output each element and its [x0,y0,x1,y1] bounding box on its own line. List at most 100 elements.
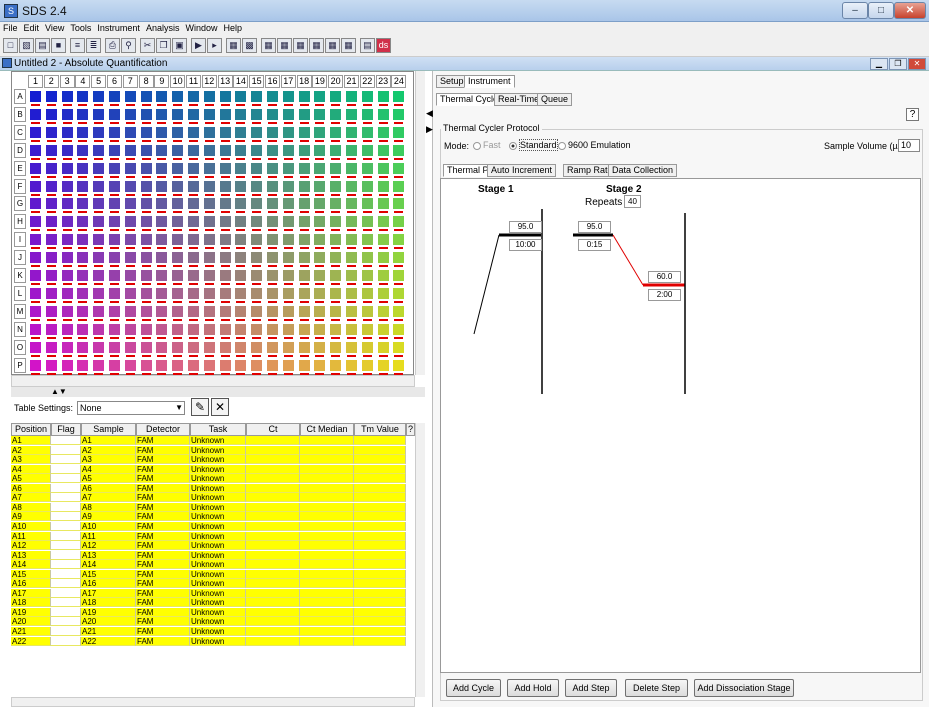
plate-well[interactable] [235,234,247,246]
plate-well[interactable] [235,180,247,192]
view3-icon[interactable]: ▦ [293,38,308,53]
plate-well[interactable] [61,144,73,156]
table-cell[interactable] [246,579,300,589]
plate-well[interactable] [109,270,120,281]
table-cell[interactable] [246,569,300,579]
plate-well[interactable] [61,108,73,120]
plate-well[interactable] [251,126,263,138]
plate-well[interactable] [61,341,73,353]
plate-well[interactable] [172,287,184,299]
plate-well[interactable] [140,216,152,228]
plate-well[interactable] [235,287,247,299]
table-cell[interactable]: A13 [81,550,136,560]
table-cell[interactable] [51,512,81,522]
plate-well[interactable] [124,359,136,371]
plate-well[interactable] [77,216,89,228]
plate-well[interactable] [361,323,373,335]
plate-well[interactable] [235,359,247,371]
export-icon[interactable]: ≣ [86,38,101,53]
plate-well[interactable] [93,287,105,299]
plate-well[interactable] [235,305,247,317]
plate-well[interactable] [346,341,357,353]
plate-well[interactable] [30,162,41,174]
table-cell[interactable]: A7 [81,493,136,503]
plate-well[interactable] [172,270,184,281]
plate-column-header[interactable]: 24 [391,75,407,88]
plate-well[interactable] [140,126,152,138]
table-cell[interactable]: Unknown [190,569,246,579]
plate-well[interactable] [219,216,231,228]
plate-well[interactable] [235,108,247,120]
table-cell[interactable]: A5 [11,474,51,484]
plate-well[interactable] [330,287,342,299]
plate-well[interactable] [298,126,310,138]
table-row[interactable]: A15 A15 FAM Unknown [11,569,415,579]
table-cell[interactable]: A6 [11,483,51,493]
table-cell[interactable] [246,560,300,570]
table-horizontal-scrollbar[interactable] [11,697,415,707]
plate-well[interactable] [377,287,389,299]
plate-well[interactable] [361,91,373,102]
plate-well[interactable] [45,216,57,228]
plate-well[interactable] [393,162,405,174]
view6-icon[interactable]: ▦ [341,38,356,53]
plate-well[interactable] [282,180,294,192]
table-cell[interactable] [51,502,81,512]
plate-well[interactable] [298,359,310,371]
plate-well[interactable] [393,234,405,246]
plate-well[interactable] [330,162,342,174]
table-cell[interactable] [246,598,300,608]
plate-column-header[interactable]: 9 [154,75,170,88]
plate-well[interactable] [93,162,105,174]
table-cell[interactable] [246,550,300,560]
plate-well[interactable] [219,305,231,317]
plate-well[interactable] [156,234,168,246]
plate-well[interactable] [267,252,278,264]
plate-well[interactable] [61,359,73,371]
table-cell[interactable]: Unknown [190,598,246,608]
menu-tools[interactable]: Tools [67,22,94,35]
plate-well[interactable] [45,323,57,335]
plate-well[interactable] [172,108,184,120]
table-cell[interactable]: A11 [11,531,51,541]
plate-well[interactable] [109,216,120,228]
plate-well[interactable] [156,126,168,138]
plate-well[interactable] [282,341,294,353]
plate-well[interactable] [45,287,57,299]
plate-well[interactable] [45,144,57,156]
plate-well[interactable] [219,126,231,138]
plate-well[interactable] [377,305,389,317]
plate-well[interactable] [377,341,389,353]
plate-row-header[interactable]: O [14,339,26,355]
plate-well[interactable] [188,126,199,138]
table-cell[interactable] [300,627,354,636]
table-cell[interactable] [354,483,406,493]
table-cell[interactable]: A9 [11,512,51,522]
table-cell[interactable] [51,455,81,465]
menu-window[interactable]: Window [182,22,220,35]
plate-well[interactable] [235,162,247,174]
plate-well[interactable] [251,287,263,299]
analyze-icon[interactable]: ▸ [207,38,222,53]
plate-well[interactable] [45,162,57,174]
table-cell[interactable] [300,617,354,627]
table-settings-select[interactable]: None ▼ [77,401,185,415]
plate-well[interactable] [267,359,278,371]
plate-well[interactable] [188,270,199,281]
copy-icon[interactable]: ❐ [156,38,171,53]
plate-well[interactable] [203,180,215,192]
plate-well[interactable] [377,108,389,120]
plate-well[interactable] [298,162,310,174]
table-cell[interactable]: Unknown [190,502,246,512]
menu-analysis[interactable]: Analysis [143,22,183,35]
table-cell[interactable]: A19 [11,607,51,617]
table-cell[interactable]: FAM [136,617,190,627]
plate-well[interactable] [124,305,136,317]
plate-well[interactable] [282,108,294,120]
mode-9600[interactable]: 9600 Emulation [558,140,631,150]
plate-well[interactable] [330,234,342,246]
table-cell[interactable]: A21 [11,627,51,636]
table-cell[interactable]: A13 [11,550,51,560]
plate-well[interactable] [346,305,357,317]
plate-row-header[interactable]: D [14,142,26,158]
